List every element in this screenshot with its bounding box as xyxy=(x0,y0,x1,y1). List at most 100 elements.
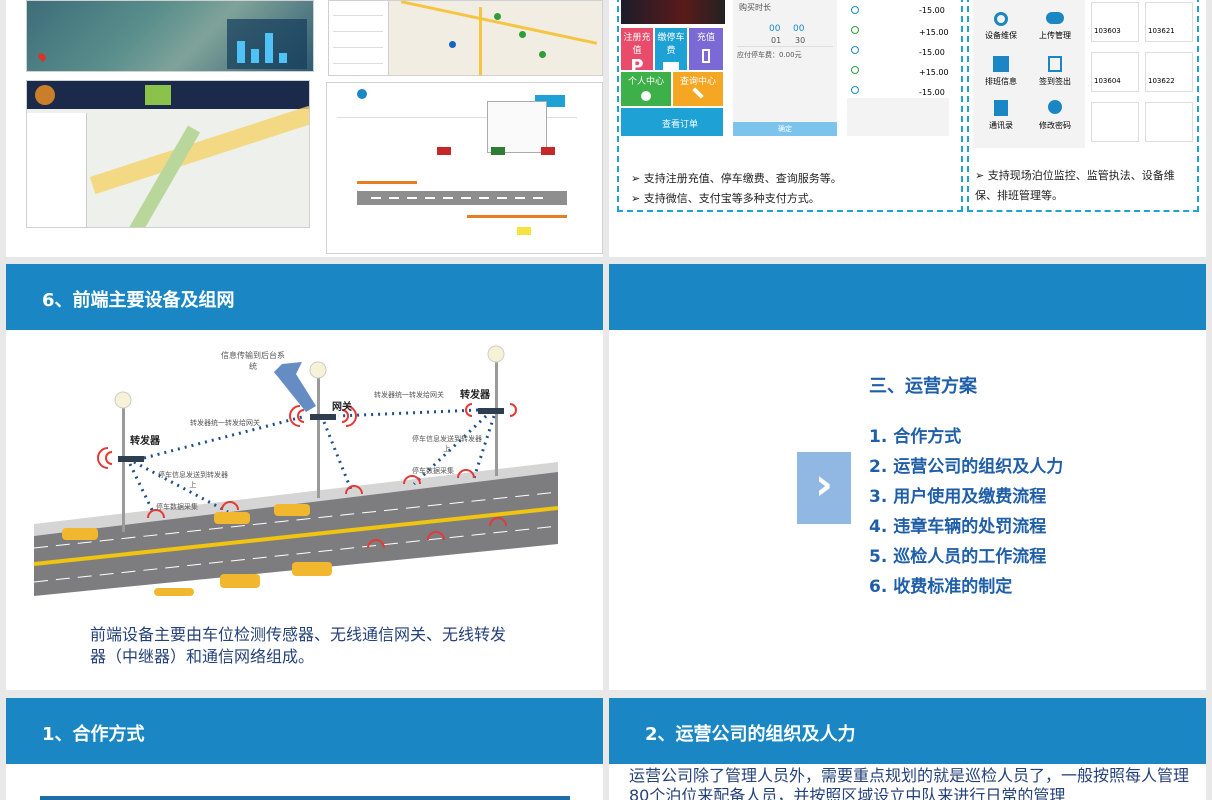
ops-button-contacts[interactable]: 通讯录 xyxy=(977,100,1025,134)
outline-item-2[interactable]: 2. 运营公司的组织及人力 xyxy=(869,452,1169,477)
slide-title-bar: 1、合作方式 xyxy=(6,698,603,764)
section-heading: 三、运营方案 xyxy=(869,376,977,397)
slide-body-text: 前端设备主要由车位检测传感器、无线通信网关、无线转发器（中继器）和通信网络组成。 xyxy=(90,625,507,666)
bullet-text: 支持微信、支付宝等多种支付方式。 xyxy=(643,192,820,205)
chevron-right-icon: › xyxy=(797,452,851,524)
confirm-button[interactable]: 确定 xyxy=(733,122,837,136)
slot-card[interactable]: 103603 xyxy=(1091,2,1139,42)
txn-icon xyxy=(851,6,859,14)
parking-info-left-label: 停车信息发送到转发器上 xyxy=(158,471,228,489)
road-network-illustration xyxy=(33,345,559,596)
txn-icon xyxy=(851,66,859,74)
slot-grid: 103603 103621 103604 103622 xyxy=(1089,0,1195,148)
phone-icon xyxy=(702,49,710,63)
chart-overlay xyxy=(227,19,307,69)
ops-button-label: 通讯录 xyxy=(989,121,1013,130)
collect-right-label: 停车数据采集 xyxy=(412,467,454,475)
parking-monitor-thumbnail xyxy=(326,82,603,254)
ops-button-label: 设备维保 xyxy=(985,31,1017,40)
backend-label: 信息传输到后台系统 xyxy=(221,351,285,371)
outline-item-1[interactable]: 1. 合作方式 xyxy=(869,422,1169,447)
ops-button-label: 上传管理 xyxy=(1039,31,1071,40)
ops-button-label: 排班信息 xyxy=(985,77,1017,86)
ops-button-checkin[interactable]: 签到签出 xyxy=(1031,56,1079,90)
parking-info-right-label: 停车信息发送到转发器上 xyxy=(412,435,482,453)
user-app-box: 注册充值 P 缴停车费 充值 个人中心 查询中心 查看订单 购买时长 00 00… xyxy=(617,0,963,212)
txn-icon xyxy=(851,86,859,94)
slide-title: 2、运营公司的组织及人力 xyxy=(645,724,856,745)
gateway-label: 网关 xyxy=(332,402,352,413)
slot-card[interactable]: 103621 xyxy=(1145,2,1193,42)
slide-mobile-apps: 注册充值 P 缴停车费 充值 个人中心 查询中心 查看订单 购买时长 00 00… xyxy=(609,0,1206,257)
outline-item-6[interactable]: 6. 收费标准的制定 xyxy=(869,572,1169,597)
lock-icon xyxy=(1048,100,1062,114)
slot-number: 103603 xyxy=(1094,27,1121,35)
slide-title-bar xyxy=(609,264,1206,330)
duration-panel: 购买时长 00 00 01 30 应付停车费：0.00元 确定 xyxy=(733,0,837,136)
transaction-list: -15.00 +15.00 -15.00 +15.00 -15.00 xyxy=(847,0,949,136)
slot-number: 103604 xyxy=(1094,77,1121,85)
outline-item-5[interactable]: 5. 巡检人员的工作流程 xyxy=(869,542,1169,567)
contacts-icon xyxy=(994,100,1008,116)
car-photo xyxy=(621,0,725,24)
content-bar xyxy=(40,796,570,800)
parking-p-icon xyxy=(357,89,367,99)
tile-label: 缴停车费 xyxy=(657,33,685,56)
hours-option: 01 xyxy=(771,36,782,45)
ops-button-schedule[interactable]: 排班信息 xyxy=(977,56,1025,90)
slide-body-text: 运营公司除了管理人员外，需要重点规划的就是巡检人员了，一般按照每人管理80个泊位… xyxy=(629,766,1190,800)
txn-amount: +15.00 xyxy=(919,68,949,77)
person-icon xyxy=(641,91,651,101)
tile-query-center[interactable]: 查询中心 xyxy=(673,72,723,106)
link-mid-label: 转发器统一转发给网关 xyxy=(190,419,260,427)
hours-value[interactable]: 00 xyxy=(769,24,780,34)
map-marker-icon xyxy=(539,51,546,58)
tile-view-orders[interactable]: 查看订单 xyxy=(621,108,723,136)
ops-button-label: 修改密码 xyxy=(1039,121,1071,130)
user-app-bullet-2: ➢ 支持微信、支付宝等多种支付方式。 xyxy=(631,192,820,205)
slide-title: 6、前端主要设备及组网 xyxy=(42,290,235,311)
dashboard-map-thumbnail xyxy=(26,80,310,228)
map-marker-icon xyxy=(494,13,501,20)
calendar-icon xyxy=(993,56,1009,72)
wrench-icon xyxy=(692,87,704,99)
satellite-map-thumbnail xyxy=(26,0,314,72)
bullet-text: 支持现场泊位监控、监管执法、设备维保、排班管理等。 xyxy=(975,169,1175,202)
tile-recharge[interactable]: 充值 xyxy=(689,28,723,70)
map-marker-icon xyxy=(519,31,526,38)
slide-frontend-devices: 6、前端主要设备及组网 信息传输到后台系统 网关 转发器 转发器 转发器统一转发… xyxy=(6,264,603,690)
slide-app-screenshots xyxy=(6,0,603,257)
repeater-right-label: 转发器 xyxy=(460,390,490,401)
ops-button-password[interactable]: 修改密码 xyxy=(1031,100,1079,134)
outline-item-4[interactable]: 4. 违章车辆的处罚流程 xyxy=(869,512,1169,537)
slot-card[interactable]: 103604 xyxy=(1091,52,1139,92)
map-marker-icon xyxy=(449,41,456,48)
outline-item-3[interactable]: 3. 用户使用及缴费流程 xyxy=(869,482,1169,507)
slide-company-staffing: 2、运营公司的组织及人力 运营公司除了管理人员外，需要重点规划的就是巡检人员了，… xyxy=(609,698,1206,800)
ops-app-box: 设备维保 上传管理 排班信息 签到签出 通讯录 修改密码 103603 1036… xyxy=(967,0,1199,212)
repeater-left-label: 转发器 xyxy=(130,436,160,447)
ops-button-maintenance[interactable]: 设备维保 xyxy=(977,12,1025,46)
slide-title-bar: 2、运营公司的组织及人力 xyxy=(609,698,1206,764)
tile-label: 个人中心 xyxy=(627,77,664,87)
tile-register-recharge[interactable]: 注册充值 P xyxy=(621,28,653,77)
tile-label: 充值 xyxy=(696,33,715,43)
tile-pay-parking[interactable]: 缴停车费 xyxy=(655,28,687,72)
truck-icon xyxy=(663,62,679,72)
slot-number: 103621 xyxy=(1148,27,1175,35)
slide-cooperation: 1、合作方式 xyxy=(6,698,603,800)
ops-button-label: 签到签出 xyxy=(1039,77,1071,86)
network-diagram: 信息传输到后台系统 网关 转发器 转发器 转发器统一转发给网关 转发器统一转发给… xyxy=(33,334,559,596)
map-pin-icon xyxy=(37,52,47,62)
ops-app-bullet: ➢ 支持现场泊位监控、监管执法、设备维保、排班管理等。 xyxy=(975,169,1175,202)
ops-button-upload[interactable]: 上传管理 xyxy=(1031,12,1079,46)
wrench-icon xyxy=(994,12,1008,26)
logo-icon xyxy=(35,85,55,105)
slot-card[interactable]: 103622 xyxy=(1145,52,1193,92)
tile-personal-center[interactable]: 个人中心 xyxy=(621,72,671,106)
minutes-option: 30 xyxy=(795,36,806,45)
txn-icon xyxy=(851,46,859,54)
minutes-value[interactable]: 00 xyxy=(793,24,804,34)
duration-label: 购买时长 xyxy=(739,3,771,12)
txn-amount: -15.00 xyxy=(919,88,945,97)
